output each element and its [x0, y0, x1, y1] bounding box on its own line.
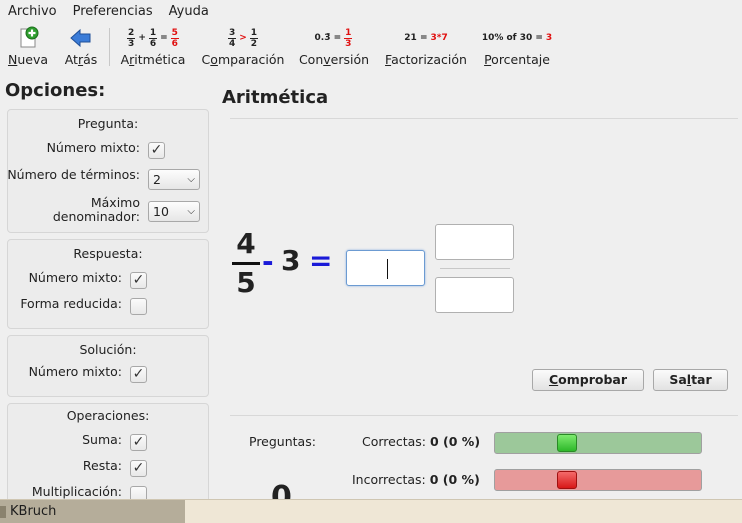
comparison-mode-button[interactable]: 34 > 12 Comparación: [200, 24, 286, 70]
percentage-label: Porcentaje: [484, 52, 550, 67]
max-denominator-select[interactable]: 10 ⌵: [148, 201, 200, 222]
check-button[interactable]: Comprobar: [532, 369, 644, 391]
equals-sign: =: [309, 244, 333, 277]
stats-divider: [230, 415, 738, 416]
terms-count-label: Número de términos:: [7, 167, 140, 182]
menu-ayuda[interactable]: Ayuda: [161, 4, 217, 19]
taskbar-app-label: KBruch: [10, 504, 57, 519]
question-options-group: Pregunta: Número mixto: ✓ Número de térm…: [7, 109, 209, 233]
options-title: Opciones:: [5, 80, 106, 101]
new-document-icon: [6, 24, 50, 52]
correct-label: Correctas: 0 (0 %): [362, 434, 481, 449]
question-mixed-label: Número mixto:: [46, 140, 140, 155]
factorization-icon: 21 = 3*7: [404, 33, 448, 43]
chevron-down-icon: ⌵: [187, 206, 195, 217]
question-fraction: 4 5: [232, 228, 260, 299]
new-task-button[interactable]: Nueva: [6, 24, 50, 70]
incorrect-value: 0 (0 %): [429, 472, 480, 487]
terms-count-select[interactable]: 2 ⌵: [148, 169, 200, 190]
solution-mixed-label: Número mixto:: [28, 364, 122, 379]
taskbar-item-kbruch[interactable]: KBruch: [0, 500, 185, 523]
skip-button[interactable]: Saltar: [653, 369, 728, 391]
conversion-label: Conversión: [298, 52, 370, 67]
answer-mixed-checkbox[interactable]: ✓: [130, 272, 147, 289]
solution-mixed-checkbox[interactable]: ✓: [130, 366, 147, 383]
answer-denominator-input[interactable]: [435, 277, 514, 313]
incorrect-label: Incorrectas: 0 (0 %): [352, 472, 480, 487]
toolbar-separator: [109, 28, 110, 66]
fraction-bar: [232, 262, 260, 265]
correct-indicator: [557, 434, 577, 452]
question-numerator: 4: [236, 227, 256, 260]
menu-bar: Archivo Preferencias Ayuda: [0, 0, 742, 22]
arithmetic-mode-button[interactable]: 23 + 16 = 56 Aritmética: [116, 24, 190, 70]
subtraction-checkbox[interactable]: ✓: [130, 460, 147, 477]
multiplication-label: Multiplicación:: [31, 484, 122, 499]
factorization-mode-button[interactable]: 21 = 3*7 Factorización: [382, 24, 470, 70]
percentage-icon: 10% of 30 = 3: [481, 33, 553, 43]
back-button[interactable]: Atrás: [60, 24, 102, 70]
solution-group-title: Solución:: [79, 342, 137, 357]
back-label: Atrás: [64, 52, 98, 67]
questions-label: Preguntas:: [249, 434, 316, 449]
app-icon: [0, 505, 6, 518]
taskbar: KBruch: [0, 499, 742, 523]
new-task-label: Nueva: [7, 52, 49, 67]
max-denominator-value: 10: [153, 204, 169, 219]
subtraction-label: Resta:: [82, 458, 122, 473]
toolbar: Nueva Atrás 23 + 16 = 56 Aritmética 34 >…: [0, 22, 742, 72]
answer-mixed-label: Número mixto:: [28, 270, 122, 285]
incorrect-indicator: [557, 471, 577, 489]
terms-count-value: 2: [153, 172, 161, 187]
correct-value: 0 (0 %): [430, 434, 481, 449]
incorrect-progress-bar: [494, 469, 702, 491]
solution-options-group: Solución: Número mixto: ✓: [7, 335, 209, 397]
reduced-form-label: Forma reducida:: [20, 296, 122, 311]
answer-fraction-bar: [440, 268, 510, 269]
exercise-title: Aritmética: [222, 87, 329, 108]
title-divider: [230, 118, 738, 119]
sum-checkbox[interactable]: ✓: [130, 434, 147, 451]
menu-archivo[interactable]: Archivo: [0, 4, 65, 19]
reduced-form-checkbox[interactable]: [130, 298, 147, 315]
conversion-mode-button[interactable]: 0.3̄ = 13 Conversión: [296, 24, 372, 70]
chevron-down-icon: ⌵: [187, 174, 195, 185]
correct-progress-bar: [494, 432, 702, 454]
percentage-mode-button[interactable]: 10% of 30 = 3 Porcentaje: [478, 24, 556, 70]
operations-group-title: Operaciones:: [66, 408, 150, 423]
answer-numerator-input[interactable]: [435, 224, 514, 260]
sum-label: Suma:: [82, 432, 122, 447]
question-whole-number: 3: [281, 244, 301, 277]
operations-options-group: Operaciones: Suma: ✓ Resta: ✓ Multiplica…: [7, 403, 209, 503]
max-denominator-label: Máximo denominador:: [52, 195, 140, 224]
factorization-label: Factorización: [385, 52, 467, 67]
arithmetic-icon: 23 + 16 = 56: [127, 27, 179, 49]
arithmetic-label: Aritmética: [120, 52, 186, 67]
text-caret: [387, 259, 388, 279]
question-denominator: 5: [236, 266, 256, 299]
answer-integer-input[interactable]: [346, 250, 425, 286]
question-operator: -: [262, 245, 274, 278]
comparison-label: Comparación: [201, 52, 285, 67]
question-mixed-checkbox[interactable]: ✓: [148, 142, 165, 159]
conversion-icon: 0.3̄ = 13: [314, 27, 353, 49]
answer-group-title: Respuesta:: [73, 246, 143, 261]
question-group-title: Pregunta:: [77, 116, 139, 131]
menu-preferencias[interactable]: Preferencias: [65, 4, 161, 19]
comparison-icon: 34 > 12: [227, 27, 259, 49]
back-arrow-icon: [60, 24, 102, 52]
answer-options-group: Respuesta: Número mixto: ✓ Forma reducid…: [7, 239, 209, 329]
